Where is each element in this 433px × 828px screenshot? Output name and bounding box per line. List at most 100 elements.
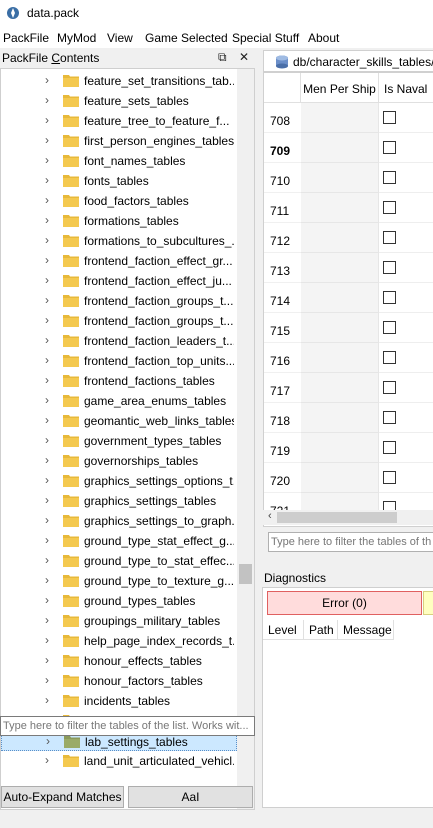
chevron-right-icon[interactable]: › <box>45 133 55 149</box>
tree-item[interactable]: › formations_tables <box>1 211 237 231</box>
tree-item[interactable]: › fonts_tables <box>1 171 237 191</box>
chevron-right-icon[interactable]: › <box>45 333 55 349</box>
tree-item[interactable]: › ground_type_to_texture_g... <box>1 571 237 591</box>
chevron-right-icon[interactable]: › <box>46 734 56 750</box>
chevron-right-icon[interactable]: › <box>45 93 55 109</box>
tree-filter-input[interactable]: Type here to filter the tables of the li… <box>0 716 255 736</box>
chevron-right-icon[interactable]: › <box>45 473 55 489</box>
cell-men-per-ship[interactable] <box>301 313 379 343</box>
diag-col-message[interactable]: Message <box>338 620 394 640</box>
chevron-right-icon[interactable]: › <box>45 553 55 569</box>
cell-men-per-ship[interactable] <box>301 103 379 133</box>
menu-view[interactable]: View <box>107 31 133 45</box>
table-filter-input[interactable]: Type here to filter the tables of th <box>268 532 433 552</box>
is-naval-checkbox[interactable] <box>383 381 396 394</box>
menu-about[interactable]: About <box>308 31 339 45</box>
column-header-is-naval[interactable]: Is Naval <box>379 73 433 103</box>
is-naval-checkbox[interactable] <box>383 201 396 214</box>
is-naval-checkbox[interactable] <box>383 261 396 274</box>
is-naval-checkbox[interactable] <box>383 141 396 154</box>
tree-item[interactable]: › food_factors_tables <box>1 191 237 211</box>
tree-item[interactable]: › government_types_tables <box>1 431 237 451</box>
chevron-right-icon[interactable]: › <box>45 753 55 769</box>
chevron-right-icon[interactable]: › <box>45 613 55 629</box>
chevron-right-icon[interactable]: › <box>45 73 55 89</box>
chevron-right-icon[interactable]: › <box>45 453 55 469</box>
row-number[interactable]: 715 <box>264 313 301 343</box>
cell-is-naval[interactable] <box>379 163 433 193</box>
cell-men-per-ship[interactable] <box>301 373 379 403</box>
table-hscrollbar-thumb[interactable] <box>277 512 397 523</box>
tree-item[interactable]: › help_page_index_records_t... <box>1 631 237 651</box>
db-table[interactable]: Men Per Ship Is Naval 708 709 710 711 712 713… <box>263 72 433 527</box>
tree-item[interactable]: › governorships_tables <box>1 451 237 471</box>
row-number[interactable]: 709 <box>264 133 301 163</box>
cell-men-per-ship[interactable] <box>301 463 379 493</box>
tree-item[interactable]: › ground_type_stat_effect_g... <box>1 531 237 551</box>
scroll-left-icon[interactable]: ‹ <box>268 510 272 522</box>
chevron-right-icon[interactable]: › <box>45 193 55 209</box>
cell-men-per-ship[interactable] <box>301 223 379 253</box>
chevron-right-icon[interactable]: › <box>45 293 55 309</box>
is-naval-checkbox[interactable] <box>383 111 396 124</box>
case-sensitive-button[interactable]: AaI <box>128 786 253 808</box>
auto-expand-matches-button[interactable]: Auto-Expand Matches <box>1 786 124 808</box>
row-number[interactable]: 716 <box>264 343 301 373</box>
chevron-right-icon[interactable]: › <box>45 533 55 549</box>
row-number[interactable]: 717 <box>264 373 301 403</box>
error-filter-button[interactable]: Error (0) <box>267 591 422 615</box>
chevron-right-icon[interactable]: › <box>45 673 55 689</box>
cell-is-naval[interactable] <box>379 463 433 493</box>
is-naval-checkbox[interactable] <box>383 321 396 334</box>
chevron-right-icon[interactable]: › <box>45 213 55 229</box>
is-naval-checkbox[interactable] <box>383 171 396 184</box>
chevron-right-icon[interactable]: › <box>45 233 55 249</box>
cell-is-naval[interactable] <box>379 433 433 463</box>
chevron-right-icon[interactable]: › <box>45 173 55 189</box>
cell-is-naval[interactable] <box>379 403 433 433</box>
row-number[interactable]: 714 <box>264 283 301 313</box>
tree-item[interactable]: › geomantic_web_links_tables <box>1 411 237 431</box>
menu-game-selected[interactable]: Game Selected <box>145 31 228 45</box>
menu-packfile[interactable]: PackFile <box>3 31 49 45</box>
tree-item[interactable]: › formations_to_subcultures_... <box>1 231 237 251</box>
tree-scrollbar[interactable] <box>237 69 254 809</box>
float-icon[interactable]: ⧉ <box>218 50 227 65</box>
chevron-right-icon[interactable]: › <box>45 273 55 289</box>
chevron-right-icon[interactable]: › <box>45 113 55 129</box>
tree-item[interactable]: › land_unit_articulated_vehicl... <box>1 751 237 771</box>
tree-item[interactable]: › feature_tree_to_feature_f... <box>1 111 237 131</box>
chevron-right-icon[interactable]: › <box>45 313 55 329</box>
cell-is-naval[interactable] <box>379 103 433 133</box>
tree-item[interactable]: › frontend_faction_effect_gr... <box>1 251 237 271</box>
cell-men-per-ship[interactable] <box>301 403 379 433</box>
menu-mymod[interactable]: MyMod <box>57 31 96 45</box>
tree-item[interactable]: › honour_factors_tables <box>1 671 237 691</box>
chevron-right-icon[interactable]: › <box>45 253 55 269</box>
chevron-right-icon[interactable]: › <box>45 653 55 669</box>
row-number[interactable]: 720 <box>264 463 301 493</box>
tree-item[interactable]: › feature_sets_tables <box>1 91 237 111</box>
tree-item[interactable]: › frontend_faction_top_units... <box>1 351 237 371</box>
packfile-tree[interactable]: › land_unit_articulated_vehicl... › lab_set… <box>0 68 255 810</box>
chevron-right-icon[interactable]: › <box>45 593 55 609</box>
cell-men-per-ship[interactable] <box>301 193 379 223</box>
diag-col-level[interactable]: Level <box>263 620 304 640</box>
tree-item[interactable]: › font_names_tables <box>1 151 237 171</box>
cell-is-naval[interactable] <box>379 133 433 163</box>
chevron-right-icon[interactable]: › <box>45 693 55 709</box>
chevron-right-icon[interactable]: › <box>45 573 55 589</box>
cell-men-per-ship[interactable] <box>301 343 379 373</box>
cell-is-naval[interactable] <box>379 253 433 283</box>
row-number[interactable]: 713 <box>264 253 301 283</box>
cell-is-naval[interactable] <box>379 283 433 313</box>
is-naval-checkbox[interactable] <box>383 411 396 424</box>
row-number[interactable]: 710 <box>264 163 301 193</box>
tree-item[interactable]: › frontend_factions_tables <box>1 371 237 391</box>
tree-item[interactable]: › frontend_faction_groups_t... <box>1 291 237 311</box>
tree-item[interactable]: › game_area_enums_tables <box>1 391 237 411</box>
chevron-right-icon[interactable]: › <box>45 393 55 409</box>
chevron-right-icon[interactable]: › <box>45 353 55 369</box>
cell-men-per-ship[interactable] <box>301 163 379 193</box>
is-naval-checkbox[interactable] <box>383 441 396 454</box>
